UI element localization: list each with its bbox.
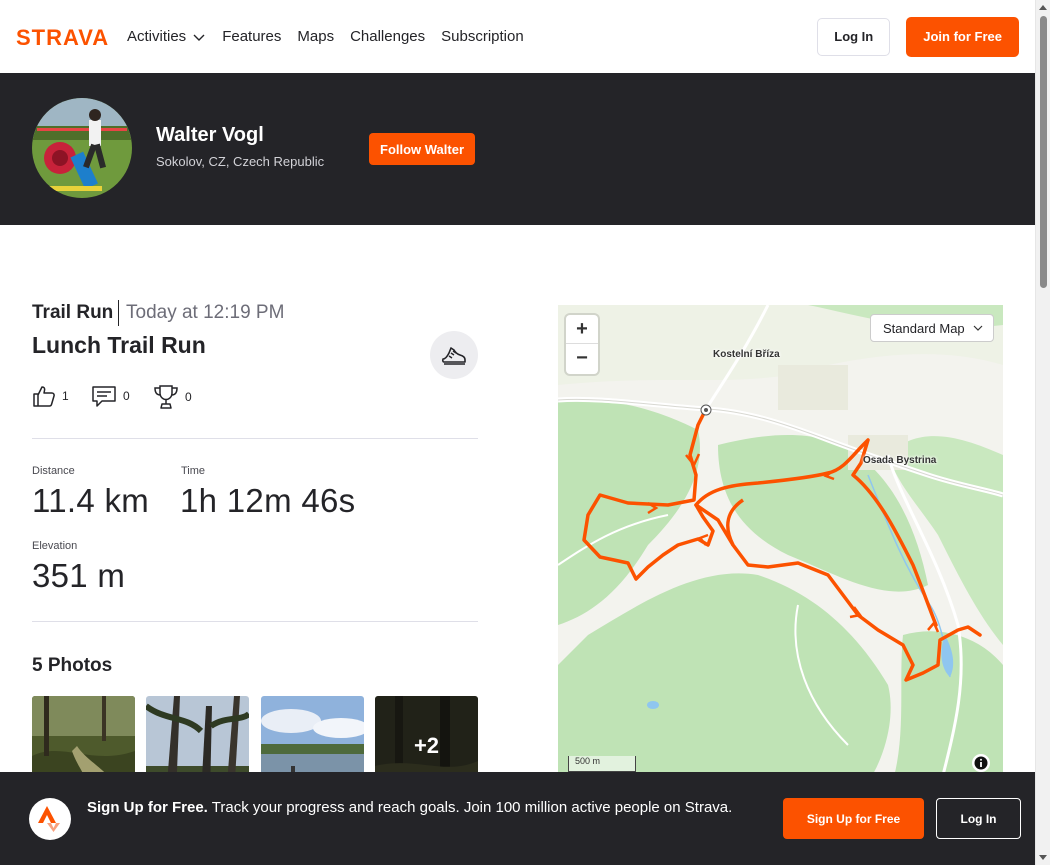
info-icon — [974, 756, 988, 770]
signup-banner: Sign Up for Free. Track your progress an… — [0, 772, 1035, 865]
scrollbar-thumb[interactable] — [1040, 16, 1047, 288]
activity-map[interactable] — [558, 305, 1003, 795]
athlete-banner: Walter Vogl Sokolov, CZ, Czech Republic … — [0, 73, 1035, 225]
stats-divider-bottom — [32, 621, 478, 622]
nav-subscription[interactable]: Subscription — [441, 28, 524, 45]
activity-page: STRAVA Activities Features Maps Challeng… — [0, 0, 1050, 865]
map-place-label: Kostelní Bříza — [713, 349, 780, 360]
header-actions: Log In Join for Free — [817, 16, 1019, 57]
athlete-name[interactable]: Walter Vogl — [156, 124, 264, 147]
comments-button[interactable]: 0 — [91, 384, 130, 408]
strava-logo[interactable]: STRAVA — [16, 25, 111, 49]
avatar-photo — [32, 98, 132, 198]
achievements-button[interactable]: 0 — [153, 384, 192, 410]
comment-icon — [92, 386, 116, 407]
join-button[interactable]: Join for Free — [906, 16, 1019, 57]
map-canvas — [558, 305, 1003, 795]
signup-body: Track your progress and reach goals. Joi… — [211, 799, 733, 816]
map-place-label: Osada Bystrina — [863, 455, 937, 466]
nav-subscription-label: Subscription — [441, 28, 524, 45]
top-nav: STRAVA Activities Features Maps Challeng… — [0, 0, 1035, 73]
nav-maps-label: Maps — [297, 28, 335, 45]
elevation-value: 351 m — [32, 557, 126, 594]
distance-label: Distance — [32, 465, 75, 477]
nav-activities[interactable]: Activities — [127, 28, 206, 45]
title-separator — [118, 300, 119, 326]
nav-features[interactable]: Features — [222, 28, 281, 45]
athlete-avatar[interactable] — [32, 98, 132, 198]
athlete-location: Sokolov, CZ, Czech Republic — [156, 154, 325, 169]
signup-headline: Sign Up for Free. — [87, 799, 208, 816]
photos-heading: 5 Photos — [32, 655, 113, 676]
nav-challenges[interactable]: Challenges — [350, 28, 425, 45]
running-shoe-icon — [442, 347, 466, 365]
time-value: 1h 12m 46s — [180, 482, 356, 519]
activity-type: Trail Run — [32, 302, 114, 323]
scroll-down-icon[interactable] — [1039, 855, 1047, 860]
follow-button[interactable]: Follow Walter — [369, 133, 476, 165]
scroll-up-icon[interactable] — [1039, 5, 1047, 10]
signup-button[interactable]: Sign Up for Free — [783, 798, 924, 839]
comment-count: 0 — [123, 389, 130, 403]
chevron-down-icon — [193, 34, 205, 41]
nav-challenges-label: Challenges — [350, 28, 426, 45]
kudos-count: 1 — [62, 389, 69, 403]
svg-text:STRAVA: STRAVA — [16, 25, 109, 49]
zoom-in-button[interactable]: + — [566, 315, 598, 344]
login-button[interactable]: Log In — [817, 17, 891, 56]
map-style-select[interactable]: Standard Map — [870, 314, 994, 342]
signup-login-button[interactable]: Log In — [936, 798, 1021, 839]
activity-title: Lunch Trail Run — [32, 332, 206, 358]
stats-divider-top — [32, 438, 478, 439]
kudos-button[interactable]: 1 — [32, 384, 69, 408]
nav-features-label: Features — [222, 28, 282, 45]
time-label: Time — [181, 465, 206, 477]
trophy-icon — [154, 385, 178, 409]
nav-maps[interactable]: Maps — [297, 28, 334, 45]
thumbs-up-icon — [33, 386, 55, 407]
map-scale-bar: 500 m — [568, 756, 636, 772]
elevation-label: Elevation — [32, 540, 78, 552]
chevron-down-icon — [973, 325, 983, 331]
page-scrollbar[interactable] — [1035, 0, 1050, 865]
map-style-label: Standard Map — [883, 320, 965, 336]
sport-type-badge — [430, 331, 478, 379]
distance-value: 11.4 km — [32, 482, 150, 519]
activity-time: Today at 12:19 PM — [126, 302, 285, 323]
main-nav: Activities Features Maps Challenges Subs… — [127, 28, 524, 45]
map-info-button[interactable] — [972, 754, 990, 772]
map-zoom-control: + − — [566, 315, 598, 374]
strava-app-icon — [29, 798, 71, 840]
achievement-count: 0 — [185, 390, 192, 404]
nav-activities-label: Activities — [127, 28, 187, 45]
strava-chevron-icon — [38, 806, 60, 832]
zoom-out-button[interactable]: − — [566, 344, 598, 373]
signup-message: Sign Up for Free. Track your progress an… — [87, 797, 752, 819]
